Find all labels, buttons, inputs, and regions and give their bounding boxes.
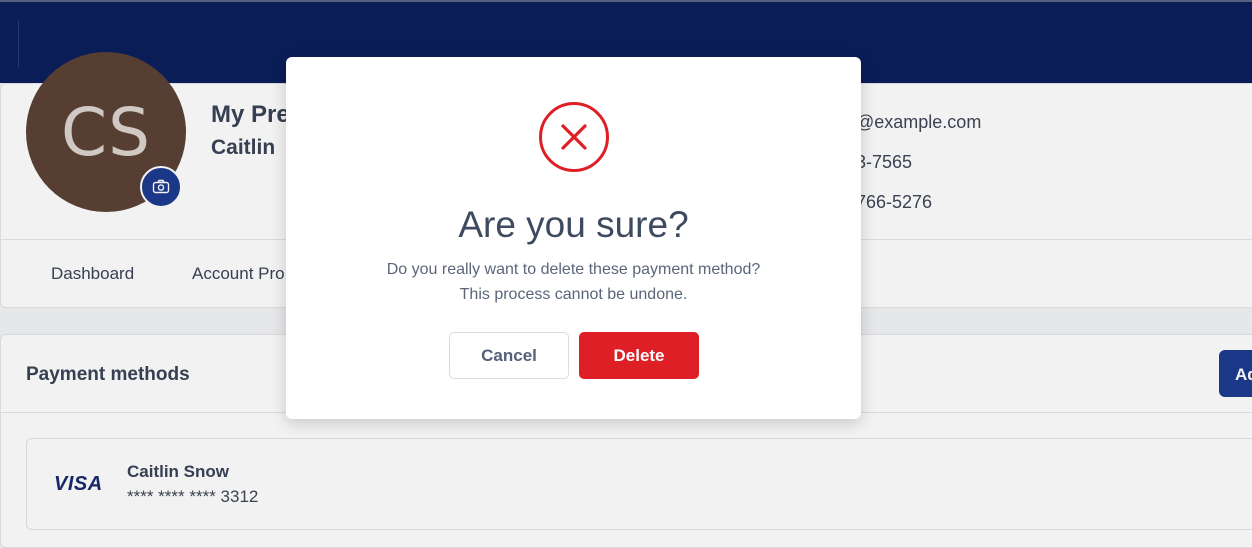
confirm-delete-dialog: Are you sure? Do you really want to dele… (286, 57, 861, 419)
dialog-warning: This process cannot be undone. (459, 286, 688, 303)
cancel-button[interactable]: Cancel (449, 332, 569, 379)
dialog-title: Are you sure? (458, 204, 689, 245)
x-circle-icon (539, 102, 609, 172)
delete-button[interactable]: Delete (579, 332, 699, 379)
dialog-message: Do you really want to delete these payme… (386, 261, 761, 278)
